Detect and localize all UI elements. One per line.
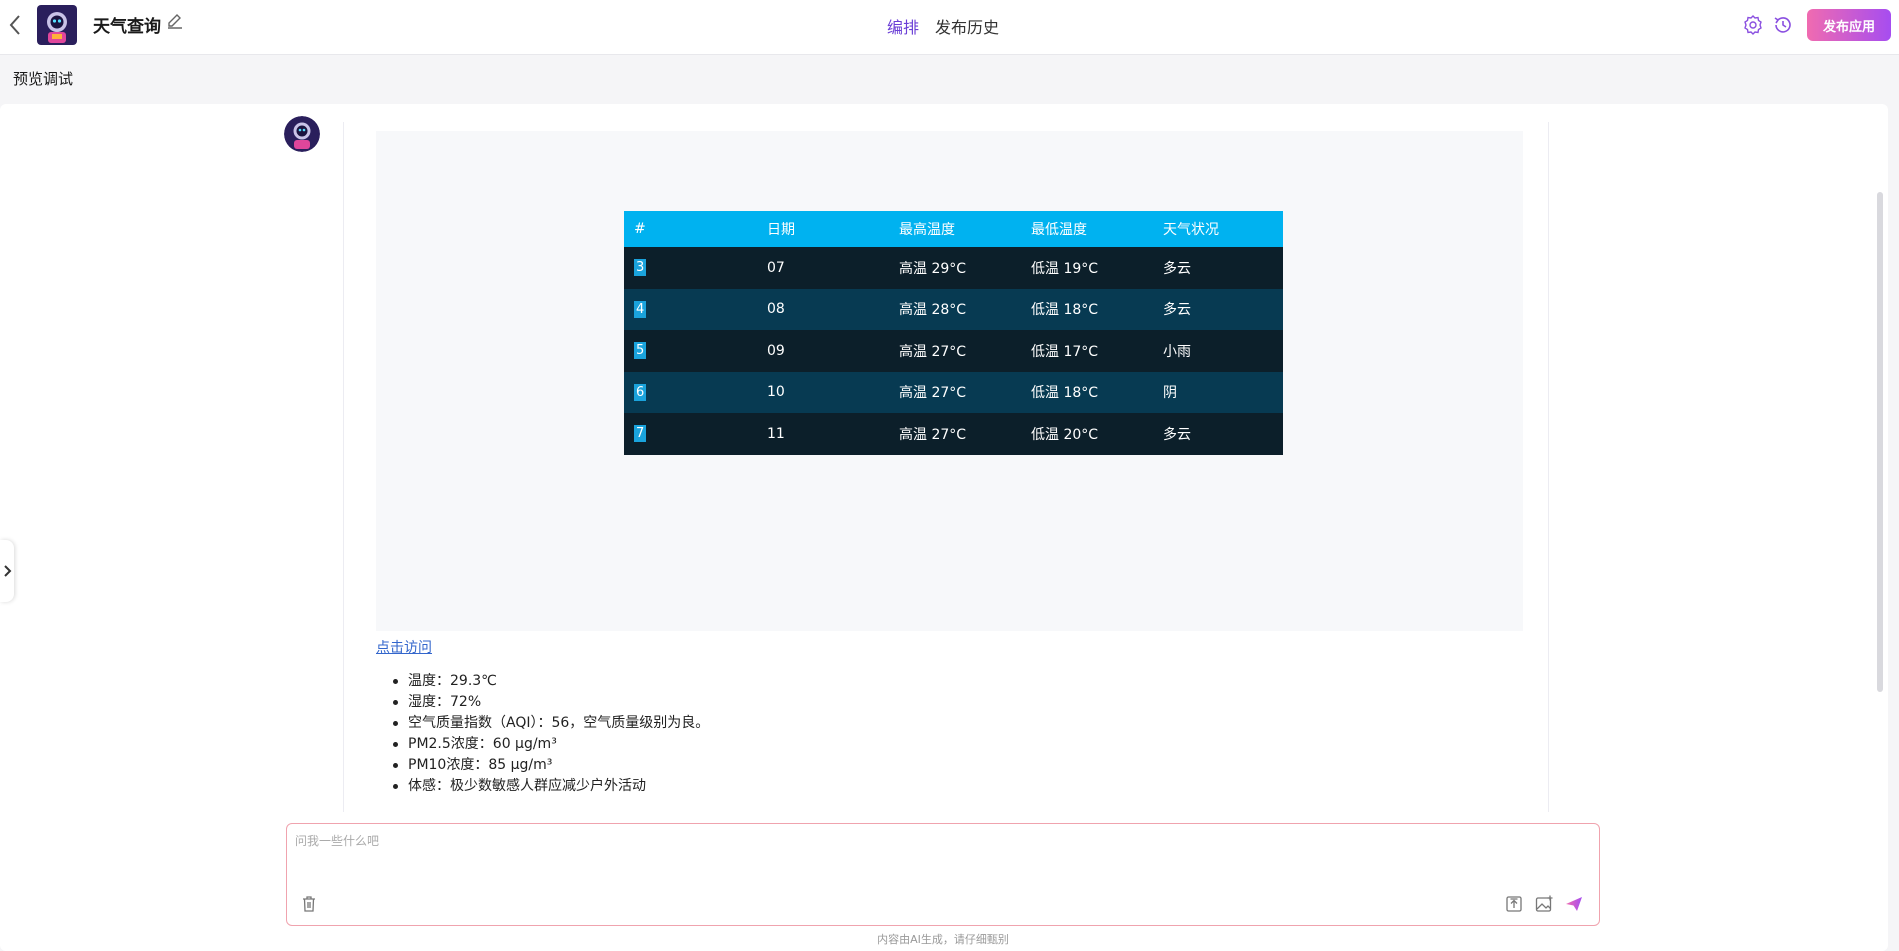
- high-temp-cell: 高温 27°C: [889, 330, 1021, 372]
- table-header-row: # 日期 最高温度 最低温度 天气状况: [624, 211, 1283, 247]
- table-row: 5 09 高温 27°C 低温 17°C 小雨: [624, 330, 1283, 372]
- app-avatar: [37, 5, 77, 45]
- date-cell: 09: [757, 330, 889, 372]
- high-temp-cell: 高温 29°C: [889, 247, 1021, 289]
- sidebar-toggle[interactable]: [0, 540, 14, 602]
- preview-debug-title: 预览调试: [13, 70, 74, 88]
- edit-name-button[interactable]: [166, 12, 184, 30]
- column-header: #: [624, 211, 757, 247]
- chevron-right-icon: [4, 565, 12, 577]
- row-number: 6: [634, 383, 647, 401]
- weather-table: # 日期 最高温度 最低温度 天气状况 3 07 高温 29°C 低温 19°C…: [624, 211, 1283, 455]
- column-header: 最低温度: [1021, 211, 1153, 247]
- low-temp-cell: 低温 18°C: [1021, 371, 1153, 413]
- image-add-icon: [1535, 895, 1553, 912]
- list-item: 湿度：72%: [376, 692, 709, 713]
- tab-publish-history[interactable]: 发布历史: [935, 14, 999, 38]
- column-header: 最高温度: [889, 211, 1021, 247]
- bot-avatar: [284, 116, 320, 152]
- scroll-thumb[interactable]: [1877, 192, 1883, 692]
- clock-history-icon: [1774, 17, 1791, 33]
- ai-disclaimer: 内容由AI生成，请仔细甄别: [877, 933, 1009, 946]
- history-button[interactable]: [1772, 14, 1794, 36]
- row-number: 3: [634, 259, 647, 277]
- condition-cell: 多云: [1153, 288, 1283, 330]
- date-cell: 11: [757, 413, 889, 455]
- list-item: 空气质量指数（AQI）：56，空气质量级别为良。: [376, 713, 709, 734]
- top-bar: 天气查询 编排 发布历史 发布应用: [0, 0, 1899, 55]
- low-temp-cell: 低温 19°C: [1021, 247, 1153, 289]
- column-header: 天气状况: [1153, 211, 1283, 247]
- weather-details-list: 温度：29.3℃ 湿度：72% 空气质量指数（AQI）：56，空气质量级别为良。…: [376, 671, 709, 797]
- high-temp-cell: 高温 27°C: [889, 371, 1021, 413]
- row-number: 5: [634, 342, 647, 360]
- column-header: 日期: [757, 211, 889, 247]
- list-item: 体感：极少数敏感人群应减少户外活动: [376, 776, 709, 797]
- weather-embed: # 日期 最高温度 最低温度 天气状况 3 07 高温 29°C 低温 19°C…: [376, 131, 1523, 631]
- upload-file-button[interactable]: [1504, 894, 1524, 914]
- table-row: 3 07 高温 29°C 低温 19°C 多云: [624, 247, 1283, 289]
- condition-cell: 多云: [1153, 413, 1283, 455]
- low-temp-cell: 低温 18°C: [1021, 288, 1153, 330]
- app-name: 天气查询: [93, 17, 161, 37]
- condition-cell: 小雨: [1153, 330, 1283, 372]
- row-number: 7: [634, 425, 647, 443]
- date-cell: 07: [757, 247, 889, 289]
- date-cell: 10: [757, 371, 889, 413]
- bot-message: # 日期 最高温度 最低温度 天气状况 3 07 高温 29°C 低温 19°C…: [343, 122, 1549, 812]
- list-item: PM10浓度：85 μg/m³: [376, 755, 709, 776]
- upload-image-button[interactable]: [1534, 894, 1554, 914]
- table-row: 4 08 高温 28°C 低温 18°C 多云: [624, 288, 1283, 330]
- send-button[interactable]: [1564, 894, 1584, 914]
- visit-link[interactable]: 点击访问: [376, 637, 432, 657]
- center-tabs: 编排 发布历史: [887, 14, 999, 38]
- low-temp-cell: 低温 20°C: [1021, 413, 1153, 455]
- tab-orchestrate[interactable]: 编排: [887, 14, 919, 38]
- clear-chat-button[interactable]: [299, 894, 319, 914]
- gear-icon: [1744, 15, 1762, 35]
- send-icon: [1566, 897, 1582, 911]
- back-button[interactable]: [4, 12, 28, 38]
- settings-button[interactable]: [1742, 14, 1764, 36]
- low-temp-cell: 低温 17°C: [1021, 330, 1153, 372]
- date-cell: 08: [757, 288, 889, 330]
- row-number: 4: [634, 300, 647, 318]
- list-item: 温度：29.3℃: [376, 671, 709, 692]
- trash-icon: [303, 896, 315, 912]
- high-temp-cell: 高温 27°C: [889, 413, 1021, 455]
- chevron-left-icon: [9, 15, 20, 35]
- chat-scrollbar[interactable]: [1872, 124, 1888, 814]
- condition-cell: 阴: [1153, 371, 1283, 413]
- list-item: PM2.5浓度：60 μg/m³: [376, 734, 709, 755]
- chat-input[interactable]: [295, 832, 1585, 882]
- chat-input-box: [286, 823, 1600, 926]
- upload-icon: [1506, 896, 1522, 912]
- table-row: 6 10 高温 27°C 低温 18°C 阴: [624, 371, 1283, 413]
- table-row: 7 11 高温 27°C 低温 20°C 多云: [624, 413, 1283, 455]
- condition-cell: 多云: [1153, 247, 1283, 289]
- pencil-icon: [168, 14, 182, 29]
- publish-app-button[interactable]: 发布应用: [1807, 9, 1891, 41]
- high-temp-cell: 高温 28°C: [889, 288, 1021, 330]
